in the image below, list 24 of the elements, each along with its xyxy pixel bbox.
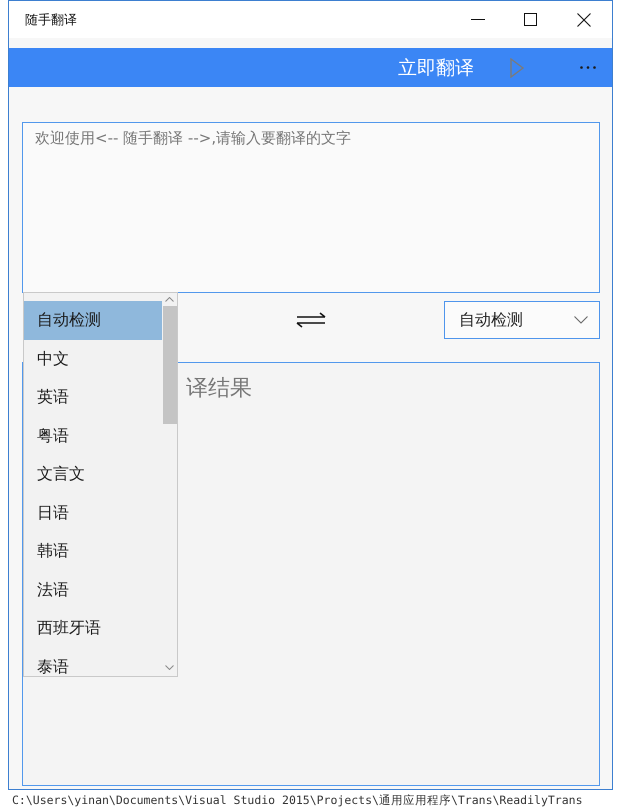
maximize-icon bbox=[524, 13, 537, 26]
language-dropdown[interactable]: 自动检测 bbox=[444, 301, 600, 339]
chevron-down-icon bbox=[165, 665, 174, 670]
window-title: 随手翻译 bbox=[24, 12, 78, 28]
play-icon bbox=[510, 58, 524, 78]
more-icon bbox=[580, 66, 596, 69]
path-text: C:\Users\yinan\Documents\Visual Studio 2015\Projects\通用应用程序\Trans\ReadilyTrans bbox=[12, 792, 582, 808]
dropdown-item[interactable]: 自动检测 bbox=[24, 301, 162, 340]
input-field[interactable]: 欢迎使用<-- 随手翻译 -->,请输入要翻译的文字 bbox=[22, 122, 600, 293]
scrollbar-thumb[interactable] bbox=[162, 306, 176, 424]
dropdown-item[interactable]: 泰语 bbox=[24, 648, 162, 676]
chevron-down-icon bbox=[574, 316, 588, 324]
dropdown-item[interactable]: 韩语 bbox=[24, 532, 162, 570]
dropdown-item[interactable]: 粤语 bbox=[24, 416, 162, 455]
dropdown-item[interactable]: 英语 bbox=[24, 378, 162, 416]
minimize-icon bbox=[470, 19, 484, 20]
dropdown-item[interactable]: 西班牙语 bbox=[24, 609, 162, 648]
translate-button[interactable]: 立即翻译 bbox=[390, 48, 482, 87]
close-icon bbox=[576, 12, 590, 26]
dropdown-item[interactable]: 文言文 bbox=[24, 455, 162, 494]
dropdown-item[interactable]: 日语 bbox=[24, 494, 162, 532]
chevron-up-icon bbox=[165, 297, 174, 302]
dropdown-item[interactable]: 法语 bbox=[24, 570, 162, 609]
swap-icon bbox=[296, 312, 326, 328]
